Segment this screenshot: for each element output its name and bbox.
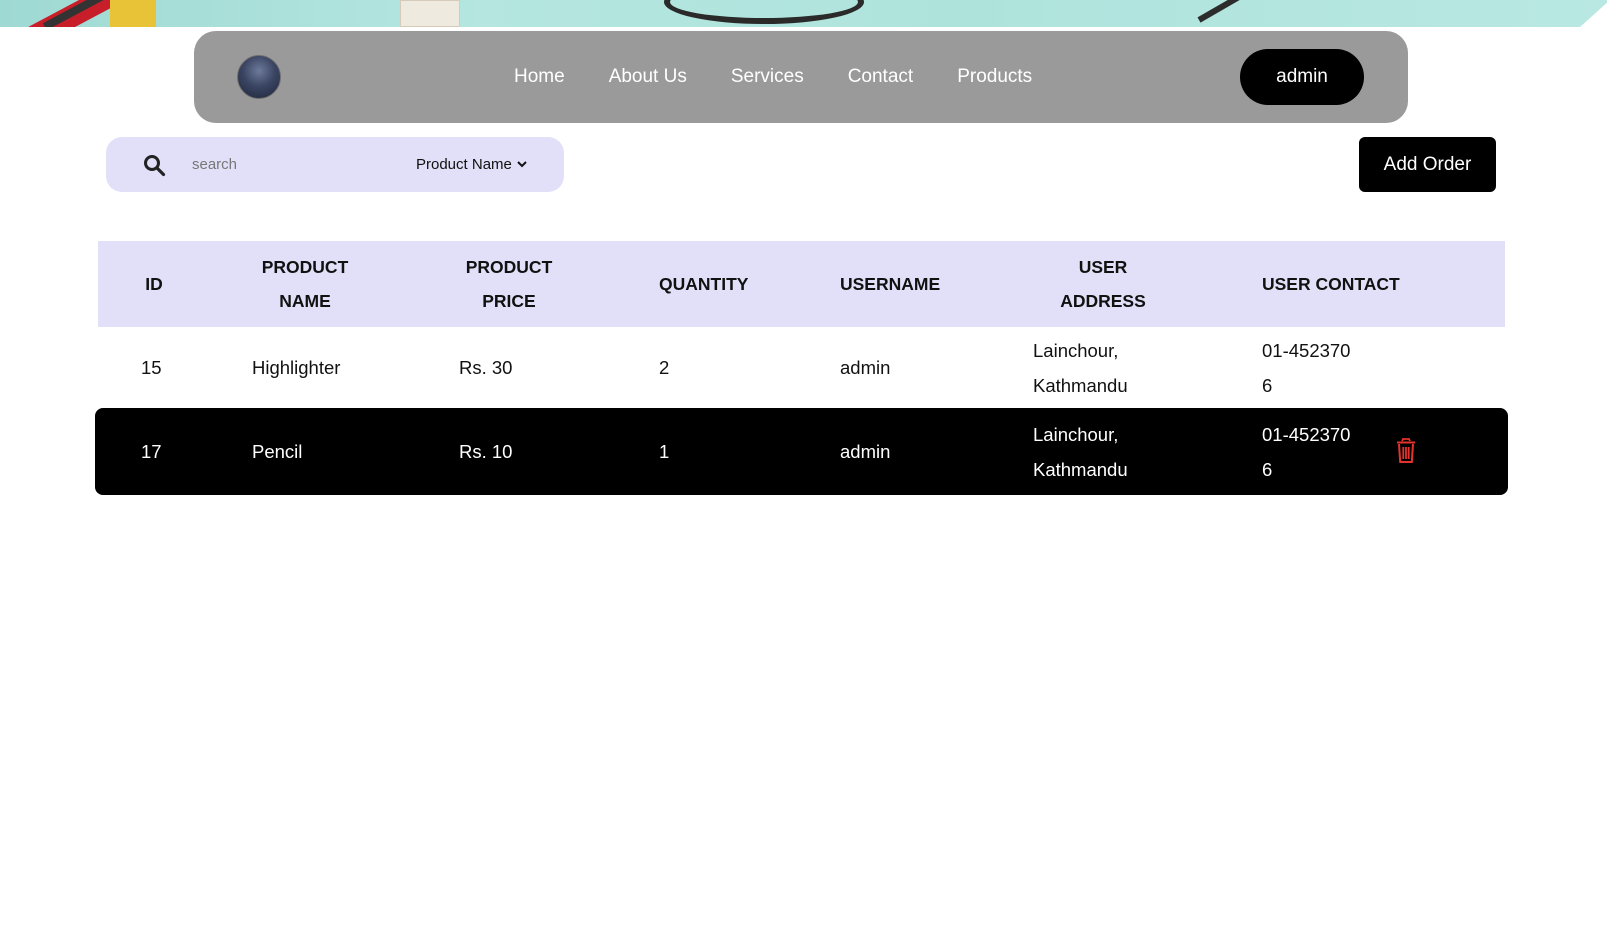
clip-decoration [1197,0,1253,23]
paper-card-decoration [400,0,460,27]
column-header-username: USERNAME [840,274,941,294]
cell-username: admin [840,357,891,378]
header-banner-image [0,0,1607,27]
cell-id: 17 [141,441,162,462]
cell-quantity: 2 [659,357,670,378]
nav-link-home[interactable]: Home [514,66,565,88]
nav-link-about-us[interactable]: About Us [609,66,687,88]
nav-link-contact[interactable]: Contact [848,66,913,88]
cell-product-price: Rs. 30 [459,357,513,378]
cell-username: admin [840,441,891,462]
cell-id: 15 [141,357,162,378]
cell-user-contact: 01-4523706 [1262,423,1351,480]
cell-product-name: Highlighter [252,357,341,378]
nav-links: Home About Us Services Contact Products [514,31,1032,123]
search-input[interactable] [192,149,392,179]
cell-user-contact: 01-4523706 [1262,339,1351,396]
column-header-user-contact: USER CONTACT [1262,274,1400,294]
magnifier-decoration [664,0,864,24]
cell-user-address: Lainchour, Kathmandu [1033,423,1128,480]
banner-corner [1580,0,1607,27]
cell-quantity: 1 [659,441,670,462]
cell-product-price: Rs. 10 [459,441,513,462]
trash-icon[interactable] [1395,438,1417,464]
column-header-id: ID [145,274,163,294]
yellow-item-decoration [110,0,156,27]
add-order-button[interactable]: Add Order [1359,137,1496,192]
search-bar: Product Name [106,137,564,192]
table-header-row: ID PRODUCT NAME PRODUCT PRICE QUANTITY U… [98,241,1505,327]
column-header-user-address: USER ADDRESS [1060,257,1146,311]
chevron-down-icon [517,161,527,168]
column-header-product-price: PRODUCT PRICE [465,257,553,311]
table-row[interactable]: 17 Pencil Rs. 10 1 admin Lainchour, Kath… [95,408,1508,495]
navbar: Home About Us Services Contact Products … [194,31,1408,123]
cell-product-name: Pencil [252,441,303,462]
search-field-select-label: Product Name [416,155,512,173]
avatar[interactable] [237,55,281,99]
table-row[interactable]: 15 Highlighter Rs. 30 2 admin Lainchour,… [98,327,1511,408]
nav-link-products[interactable]: Products [957,66,1032,88]
cell-user-address: Lainchour, Kathmandu [1033,339,1128,396]
column-header-product-name: PRODUCT NAME [261,257,349,311]
nav-link-services[interactable]: Services [731,66,804,88]
search-field-select[interactable]: Product Name [416,151,528,177]
search-icon[interactable] [142,153,166,177]
column-header-quantity: QUANTITY [659,274,749,294]
user-menu-button[interactable]: admin [1240,49,1364,105]
